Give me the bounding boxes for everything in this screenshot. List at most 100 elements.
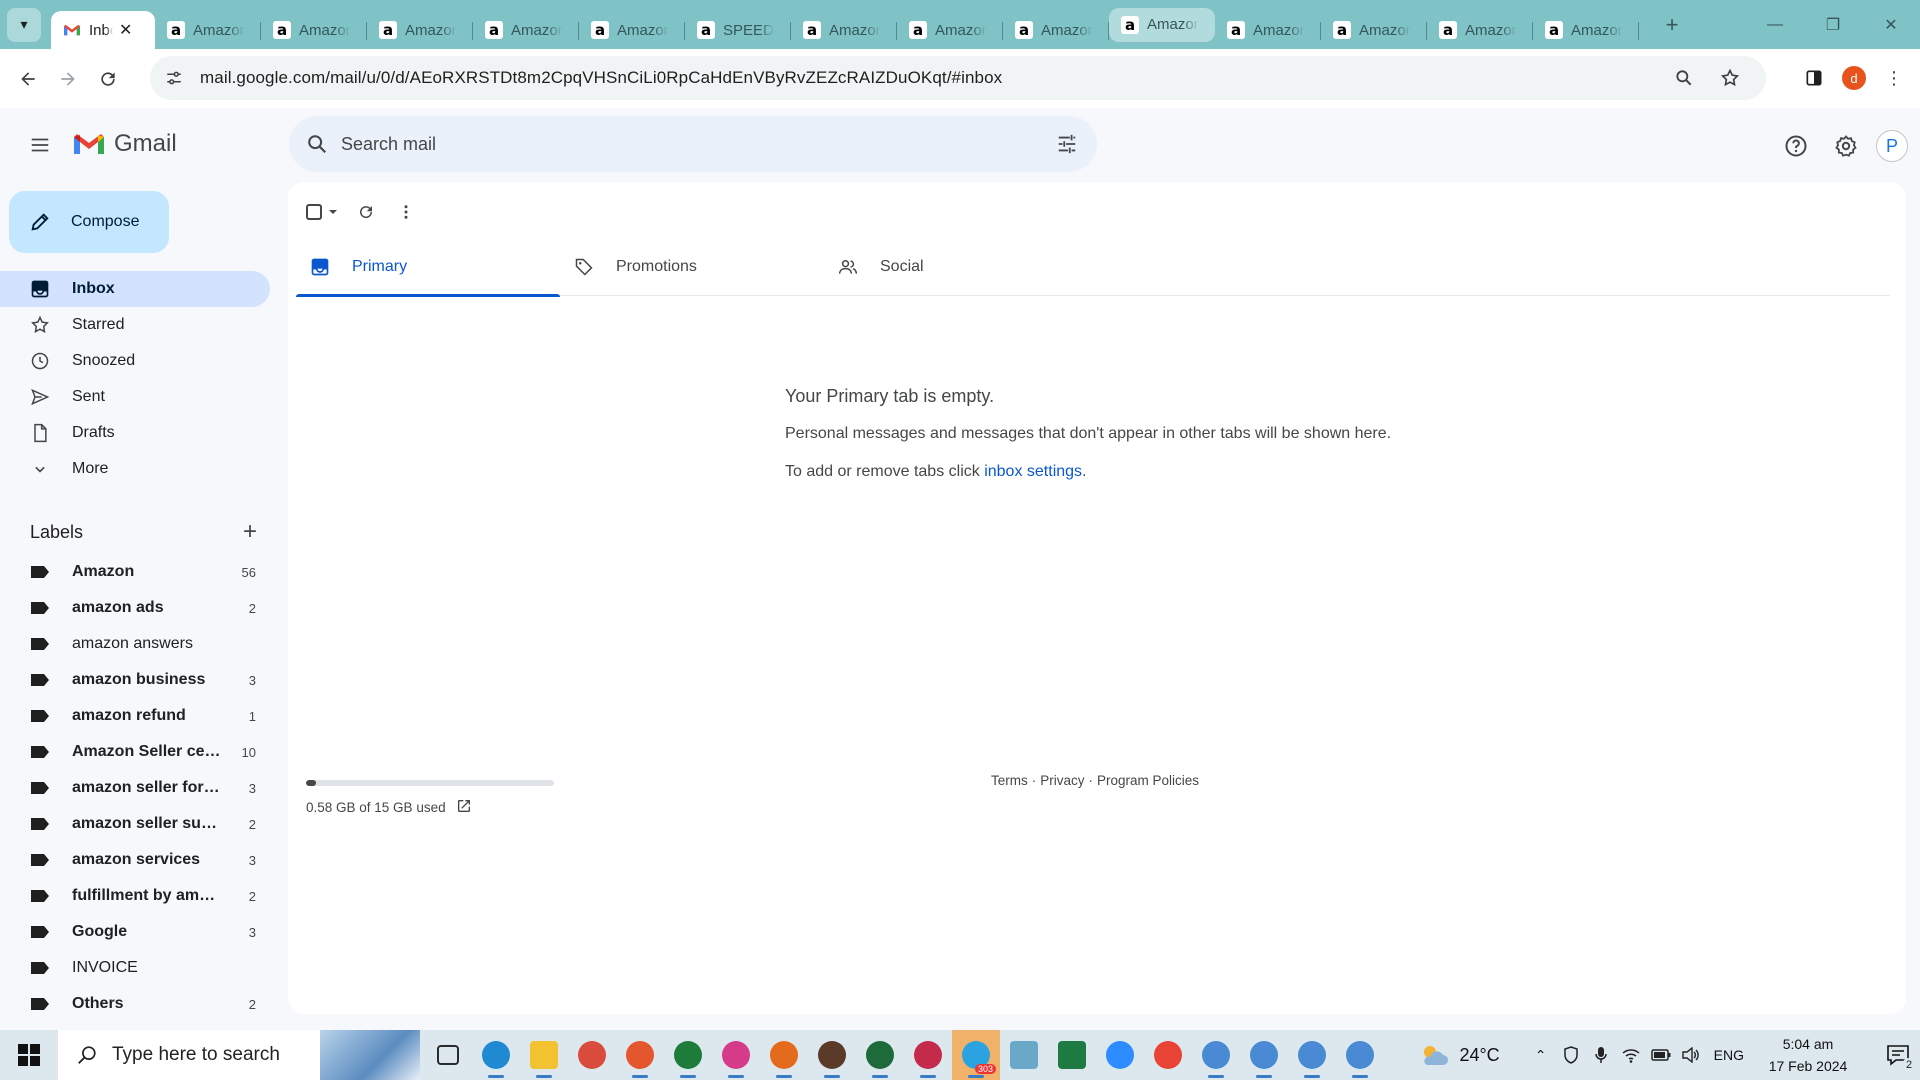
label-item[interactable]: INVOICE bbox=[0, 950, 270, 986]
terms-link[interactable]: Terms bbox=[991, 773, 1028, 788]
refresh-button[interactable] bbox=[346, 192, 386, 232]
settings-gear-icon[interactable] bbox=[1822, 122, 1870, 170]
site-info-icon[interactable] bbox=[156, 60, 192, 96]
profile-button[interactable]: d bbox=[1834, 58, 1874, 98]
help-icon[interactable] bbox=[1772, 122, 1820, 170]
label-item[interactable]: amazon business 3 bbox=[0, 662, 270, 698]
compose-button[interactable]: Compose bbox=[9, 191, 169, 253]
search-bar[interactable] bbox=[289, 116, 1097, 172]
browser-tab[interactable]: a Amazon bbox=[1533, 11, 1639, 49]
zoom-icon[interactable] bbox=[1666, 60, 1702, 96]
folder-sent[interactable]: Sent bbox=[0, 379, 270, 415]
folder-inbox[interactable]: Inbox bbox=[0, 271, 270, 307]
inbox-settings-link[interactable]: inbox settings bbox=[984, 463, 1082, 480]
label-item[interactable]: amazon seller support 2 bbox=[0, 806, 270, 842]
restore-icon[interactable]: ❐ bbox=[1804, 0, 1862, 49]
close-tab-icon[interactable]: ✕ bbox=[119, 20, 132, 40]
battery-icon[interactable] bbox=[1646, 1030, 1676, 1080]
label-item[interactable]: amazon refund 1 bbox=[0, 698, 270, 734]
select-all-checkbox[interactable] bbox=[298, 192, 346, 232]
label-item[interactable]: fulfillment by amazon 2 bbox=[0, 878, 270, 914]
label-item[interactable]: amazon services 3 bbox=[0, 842, 270, 878]
defender-shield-icon[interactable] bbox=[1556, 1030, 1586, 1080]
close-window-icon[interactable]: ✕ bbox=[1862, 0, 1920, 49]
browser-tab[interactable]: a SPEED bbox=[685, 11, 791, 49]
start-button[interactable] bbox=[0, 1030, 58, 1080]
taskbar-app-chrome-D[interactable] bbox=[664, 1030, 712, 1080]
browser-tab[interactable]: a Amazon bbox=[579, 11, 685, 49]
forward-button[interactable] bbox=[48, 59, 88, 99]
program-policies-link[interactable]: Program Policies bbox=[1097, 773, 1199, 788]
browser-tab[interactable]: a Amazon bbox=[367, 11, 473, 49]
taskbar-app-zoom[interactable] bbox=[1096, 1030, 1144, 1080]
bookmark-star-icon[interactable] bbox=[1712, 60, 1748, 96]
add-label-icon[interactable]: + bbox=[238, 518, 262, 546]
notification-center-button[interactable]: 2 bbox=[1876, 1030, 1920, 1080]
label-item[interactable]: Google 3 bbox=[0, 914, 270, 950]
folder-drafts[interactable]: Drafts bbox=[0, 415, 270, 451]
browser-tab[interactable]: a Amazon bbox=[1321, 11, 1427, 49]
browser-tab[interactable]: Inbox ✕ bbox=[51, 11, 155, 49]
taskbar-app-edge[interactable] bbox=[472, 1030, 520, 1080]
taskbar-search-box[interactable]: Type here to search bbox=[58, 1030, 420, 1080]
taskbar-app-chrome-D2[interactable] bbox=[856, 1030, 904, 1080]
taskbar-app-chrome-rc[interactable] bbox=[808, 1030, 856, 1080]
search-icon[interactable] bbox=[303, 130, 331, 158]
label-item[interactable]: Amazon 56 bbox=[0, 554, 270, 590]
show-hidden-icons-icon[interactable]: ⌃ bbox=[1526, 1030, 1556, 1080]
side-panel-icon[interactable] bbox=[1794, 58, 1834, 98]
taskbar-app-chrome-profile-2[interactable] bbox=[1240, 1030, 1288, 1080]
taskbar-app-notepad[interactable] bbox=[1000, 1030, 1048, 1080]
browser-tab[interactable]: a Amazon bbox=[473, 11, 579, 49]
folder-starred[interactable]: Starred bbox=[0, 307, 270, 343]
browser-tab[interactable]: a Amazon bbox=[791, 11, 897, 49]
tab-search-button[interactable]: ▾ bbox=[7, 7, 41, 42]
taskbar-app-paint[interactable] bbox=[568, 1030, 616, 1080]
taskbar-app-chrome-d3[interactable] bbox=[760, 1030, 808, 1080]
privacy-link[interactable]: Privacy bbox=[1040, 773, 1084, 788]
browser-tab[interactable]: a Amazon bbox=[1109, 7, 1215, 42]
taskbar-app-chrome-a[interactable] bbox=[904, 1030, 952, 1080]
weather-widget[interactable]: 24°C bbox=[1419, 1043, 1500, 1067]
tab-promotions[interactable]: Promotions bbox=[560, 238, 824, 296]
label-item[interactable]: amazon ads 2 bbox=[0, 590, 270, 626]
browser-tab[interactable]: a Amazon bbox=[261, 11, 367, 49]
browser-tab[interactable]: a Amazon bbox=[1427, 11, 1533, 49]
taskbar-app-excel[interactable] bbox=[1048, 1030, 1096, 1080]
back-button[interactable] bbox=[8, 59, 48, 99]
search-options-icon[interactable] bbox=[1053, 130, 1081, 158]
taskbar-app-chrome-d2[interactable] bbox=[712, 1030, 760, 1080]
tab-primary[interactable]: Primary bbox=[296, 238, 560, 297]
taskbar-app-chrome-profile-1[interactable] bbox=[1192, 1030, 1240, 1080]
tab-social[interactable]: Social bbox=[824, 238, 1088, 296]
folder-more[interactable]: More bbox=[0, 451, 270, 487]
main-menu-icon[interactable] bbox=[20, 125, 60, 165]
taskbar-app-chrome[interactable] bbox=[1144, 1030, 1192, 1080]
input-language[interactable]: ENG bbox=[1714, 1047, 1744, 1063]
more-options-icon[interactable] bbox=[386, 192, 426, 232]
microphone-icon[interactable] bbox=[1586, 1030, 1616, 1080]
external-link-icon[interactable] bbox=[456, 798, 472, 817]
taskbar-app-file-explorer[interactable] bbox=[520, 1030, 568, 1080]
volume-icon[interactable] bbox=[1676, 1030, 1706, 1080]
account-avatar[interactable]: P bbox=[1876, 130, 1908, 162]
new-tab-plus-icon[interactable]: + bbox=[1657, 10, 1687, 40]
wifi-icon[interactable] bbox=[1616, 1030, 1646, 1080]
taskbar-app-chrome-profile-4[interactable] bbox=[1336, 1030, 1384, 1080]
taskbar-app-chrome-d[interactable] bbox=[616, 1030, 664, 1080]
browser-tab[interactable]: a Amazon bbox=[155, 11, 261, 49]
label-item[interactable]: amazon seller forums 3 bbox=[0, 770, 270, 806]
browser-tab[interactable]: a Amazon bbox=[1215, 11, 1321, 49]
browser-menu-icon[interactable]: ⋮ bbox=[1874, 58, 1914, 98]
taskbar-app-telegram[interactable]: 303 bbox=[952, 1030, 1000, 1080]
minimize-icon[interactable]: — bbox=[1746, 0, 1804, 49]
gmail-logo[interactable]: Gmail bbox=[72, 130, 177, 158]
search-input[interactable] bbox=[341, 133, 1021, 155]
clock[interactable]: 5:04 am 17 Feb 2024 bbox=[1758, 1033, 1858, 1077]
label-item[interactable]: amazon answers bbox=[0, 626, 270, 662]
browser-tab[interactable]: a Amazon bbox=[897, 11, 1003, 49]
reload-button[interactable] bbox=[88, 59, 128, 99]
browser-tab[interactable]: a Amazon bbox=[1003, 11, 1109, 49]
label-item[interactable]: Others 2 bbox=[0, 986, 270, 1022]
taskbar-app-task-view[interactable] bbox=[424, 1030, 472, 1080]
